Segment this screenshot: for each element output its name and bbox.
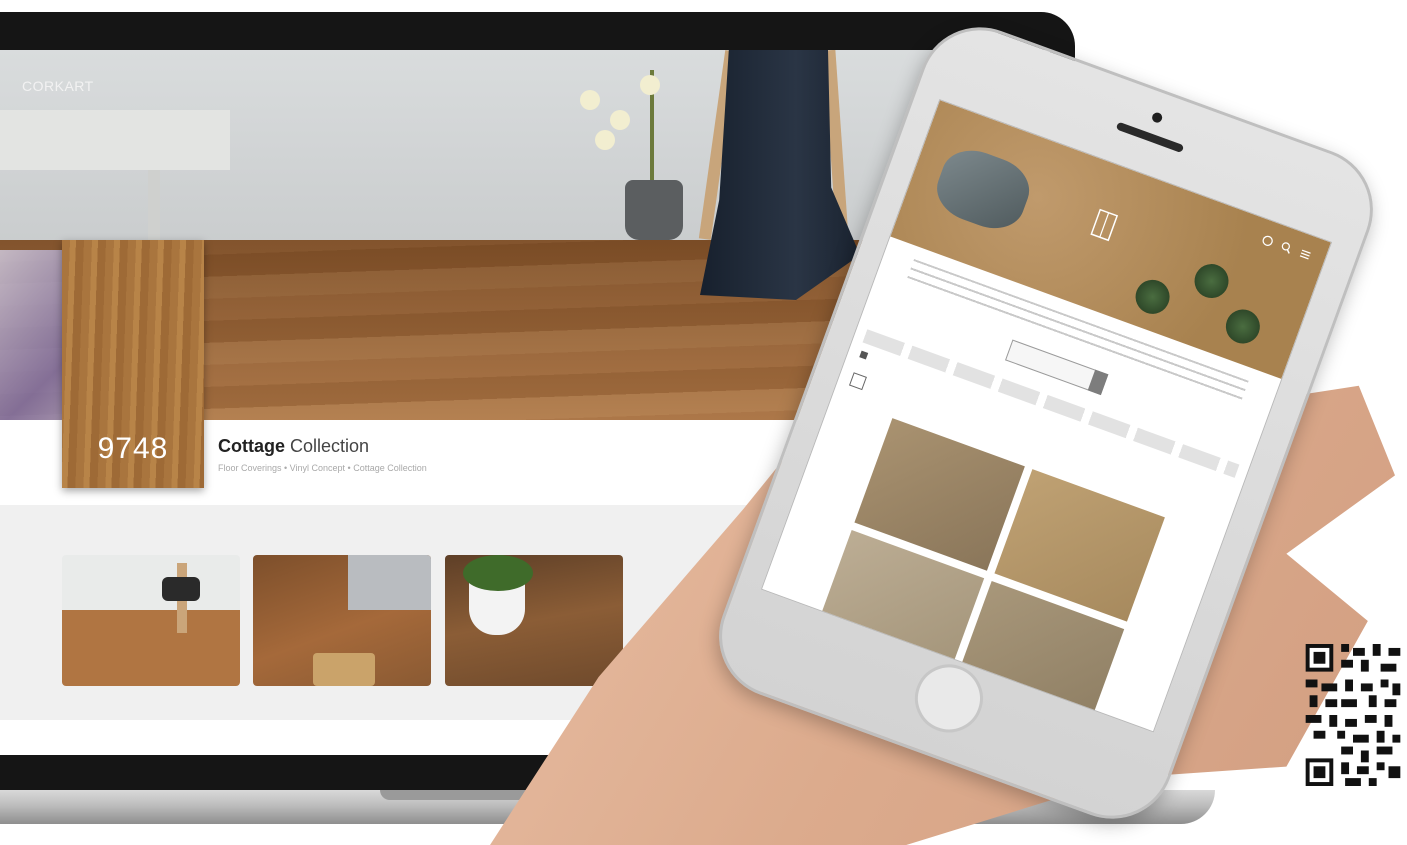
hero-flower: [580, 90, 600, 110]
hero-flower: [640, 75, 660, 95]
product-title-block: Cottage Collection Floor Coverings • Vin…: [218, 436, 427, 473]
gallery-thumb-floor-detail[interactable]: [253, 555, 431, 686]
hero-plant-pot: [625, 180, 683, 240]
phone-product-grid: [813, 418, 1165, 733]
product-code: 9748: [97, 432, 169, 465]
succulent: [1130, 275, 1175, 319]
phone-filter-checkbox[interactable]: [859, 350, 869, 360]
watering-can: [928, 141, 1038, 238]
thumb-cloth: [162, 577, 200, 601]
collection-title: Cottage Collection: [218, 436, 427, 457]
succulent: [1221, 304, 1265, 349]
globe-icon[interactable]: [1260, 233, 1275, 248]
hero-flower: [610, 110, 630, 130]
hero-table: [0, 110, 230, 170]
product-swatch[interactable]: 9748: [62, 240, 204, 488]
breadcrumb[interactable]: Floor Coverings • Vinyl Concept • Cottag…: [218, 463, 427, 473]
site-logo[interactable]: CORKART: [22, 78, 94, 94]
gallery-thumb-living-room[interactable]: [62, 555, 240, 686]
gallery-thumb-plant[interactable]: [445, 555, 623, 686]
collection-title-bold: Cottage: [218, 436, 285, 456]
collection-icon: [848, 372, 867, 391]
qr-code[interactable]: [1305, 644, 1401, 786]
collection-title-rest: Collection: [285, 436, 370, 456]
front-camera: [1150, 111, 1164, 125]
door-icon: [1090, 208, 1119, 242]
succulent: [1189, 259, 1234, 303]
hero-flower: [595, 130, 615, 150]
phone-header-icons: [1260, 233, 1313, 262]
thumb-leaves: [463, 555, 533, 591]
thumb-sofa: [348, 555, 431, 610]
menu-icon[interactable]: [1298, 247, 1313, 262]
speaker-grille: [1115, 121, 1185, 154]
thumb-tray: [313, 653, 375, 686]
search-icon[interactable]: [1279, 240, 1294, 255]
